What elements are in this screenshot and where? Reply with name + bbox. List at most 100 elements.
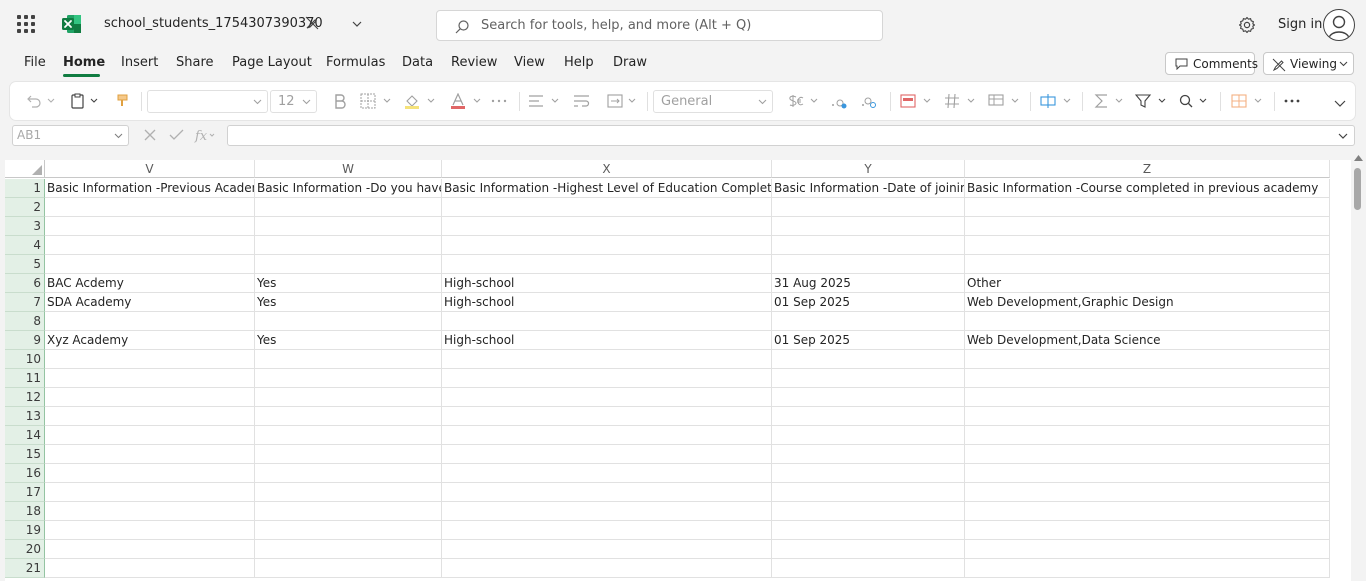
- grid-cell[interactable]: [965, 217, 1330, 236]
- grid-cell[interactable]: [45, 198, 255, 217]
- grid-cell[interactable]: 31 Aug 2025: [772, 274, 965, 293]
- grid-cell[interactable]: BAC Acdemy: [45, 274, 255, 293]
- cell-styles-button[interactable]: [988, 82, 1022, 120]
- grid-cell[interactable]: [772, 407, 965, 426]
- grid-cell[interactable]: [965, 236, 1330, 255]
- confirm-icon[interactable]: [169, 129, 184, 140]
- tab-share[interactable]: Share: [176, 55, 214, 70]
- more-options-button[interactable]: [1283, 82, 1301, 120]
- grid-cell[interactable]: [772, 559, 965, 578]
- grid-cell[interactable]: SDA Academy: [45, 293, 255, 312]
- row-header[interactable]: 6: [5, 274, 45, 293]
- app-launcher-icon[interactable]: [17, 15, 35, 33]
- grid-cell[interactable]: Basic Information -Previous Academy: [45, 179, 255, 198]
- grid-cell[interactable]: [442, 445, 772, 464]
- grid-cell[interactable]: [255, 255, 442, 274]
- currency-format-button[interactable]: [787, 82, 821, 120]
- grid-cell[interactable]: [442, 198, 772, 217]
- row-header[interactable]: 14: [5, 426, 45, 445]
- grid-cell[interactable]: [965, 198, 1330, 217]
- tab-help[interactable]: Help: [564, 55, 594, 70]
- sign-in-link[interactable]: Sign in: [1278, 17, 1322, 32]
- grid-cell[interactable]: [255, 407, 442, 426]
- grid-cell[interactable]: [772, 483, 965, 502]
- grid-cell[interactable]: [45, 255, 255, 274]
- row-header[interactable]: 7: [5, 293, 45, 312]
- paste-button[interactable]: [70, 82, 102, 120]
- grid-cell[interactable]: [442, 255, 772, 274]
- bold-button[interactable]: [333, 82, 347, 120]
- viewing-mode-button[interactable]: Viewing: [1263, 52, 1354, 75]
- tab-draw[interactable]: Draw: [613, 55, 647, 70]
- grid-cell[interactable]: [965, 521, 1330, 540]
- formula-input[interactable]: [227, 125, 1355, 146]
- grid-cell[interactable]: [772, 464, 965, 483]
- grid-cell[interactable]: [442, 312, 772, 331]
- grid-cell[interactable]: Yes: [255, 331, 442, 350]
- grid-cell[interactable]: [442, 217, 772, 236]
- grid-cell[interactable]: [772, 312, 965, 331]
- grid-cell[interactable]: [772, 388, 965, 407]
- wrap-text-button[interactable]: [573, 82, 591, 120]
- tab-review[interactable]: Review: [451, 55, 497, 70]
- grid-cell[interactable]: [255, 540, 442, 559]
- grid-cell[interactable]: Basic Information -Date of joining: [772, 179, 965, 198]
- grid-cell[interactable]: [45, 388, 255, 407]
- grid-cell[interactable]: [965, 559, 1330, 578]
- row-header[interactable]: 1: [5, 179, 45, 198]
- borders-button[interactable]: [360, 82, 394, 120]
- font-size-select[interactable]: 12: [270, 90, 317, 113]
- select-all-corner[interactable]: [5, 160, 45, 178]
- number-format-select[interactable]: General: [653, 90, 773, 113]
- grid-cell[interactable]: [442, 559, 772, 578]
- grid-cell[interactable]: [255, 198, 442, 217]
- grid-cell[interactable]: Other: [965, 274, 1330, 293]
- grid-cell[interactable]: [772, 198, 965, 217]
- grid-cell[interactable]: [772, 445, 965, 464]
- grid-cell[interactable]: [772, 217, 965, 236]
- grid-cell[interactable]: [442, 483, 772, 502]
- grid-cell[interactable]: [45, 217, 255, 236]
- font-name-select[interactable]: [147, 90, 268, 113]
- tab-view[interactable]: View: [514, 55, 545, 70]
- grid-cell[interactable]: [255, 350, 442, 369]
- column-header-w[interactable]: W: [255, 160, 442, 178]
- grid-cell[interactable]: [45, 369, 255, 388]
- row-header[interactable]: 3: [5, 217, 45, 236]
- grid-cell[interactable]: [965, 540, 1330, 559]
- grid-cell[interactable]: Yes: [255, 293, 442, 312]
- expand-ribbon-button[interactable]: [1333, 82, 1347, 120]
- row-header[interactable]: 10: [5, 350, 45, 369]
- grid-cell[interactable]: Basic Information -Course completed in p…: [965, 179, 1330, 198]
- grid-cell[interactable]: [965, 483, 1330, 502]
- row-header[interactable]: 18: [5, 502, 45, 521]
- column-header-z[interactable]: Z: [965, 160, 1330, 178]
- grid-cell[interactable]: [442, 426, 772, 445]
- grid-cell[interactable]: [255, 426, 442, 445]
- tab-insert[interactable]: Insert: [121, 55, 158, 70]
- grid-cell[interactable]: [45, 559, 255, 578]
- format-as-table-button[interactable]: [944, 82, 978, 120]
- grid-cell[interactable]: [772, 426, 965, 445]
- grid-cell[interactable]: [45, 407, 255, 426]
- grid-cell[interactable]: [965, 350, 1330, 369]
- grid-cell[interactable]: [45, 312, 255, 331]
- grid-cell[interactable]: [965, 426, 1330, 445]
- grid-cell[interactable]: [45, 483, 255, 502]
- grid-cell[interactable]: [442, 236, 772, 255]
- grid-cell[interactable]: [772, 255, 965, 274]
- autosum-button[interactable]: [1094, 82, 1128, 120]
- row-header[interactable]: 21: [5, 559, 45, 578]
- grid-cell[interactable]: [255, 388, 442, 407]
- grid-cell[interactable]: [255, 369, 442, 388]
- grid-cell[interactable]: [255, 502, 442, 521]
- grid-cell[interactable]: [965, 407, 1330, 426]
- more-font-options-button[interactable]: [490, 82, 508, 120]
- grid-cell[interactable]: [255, 559, 442, 578]
- row-header[interactable]: 19: [5, 521, 45, 540]
- insert-function-icon[interactable]: fx: [194, 129, 215, 144]
- spreadsheet-grid[interactable]: V W X Y Z 1 Basic Information -Previous Academ…: [5, 160, 1351, 581]
- grid-cell[interactable]: [45, 236, 255, 255]
- grid-cell[interactable]: [255, 236, 442, 255]
- column-header-x[interactable]: X: [442, 160, 772, 178]
